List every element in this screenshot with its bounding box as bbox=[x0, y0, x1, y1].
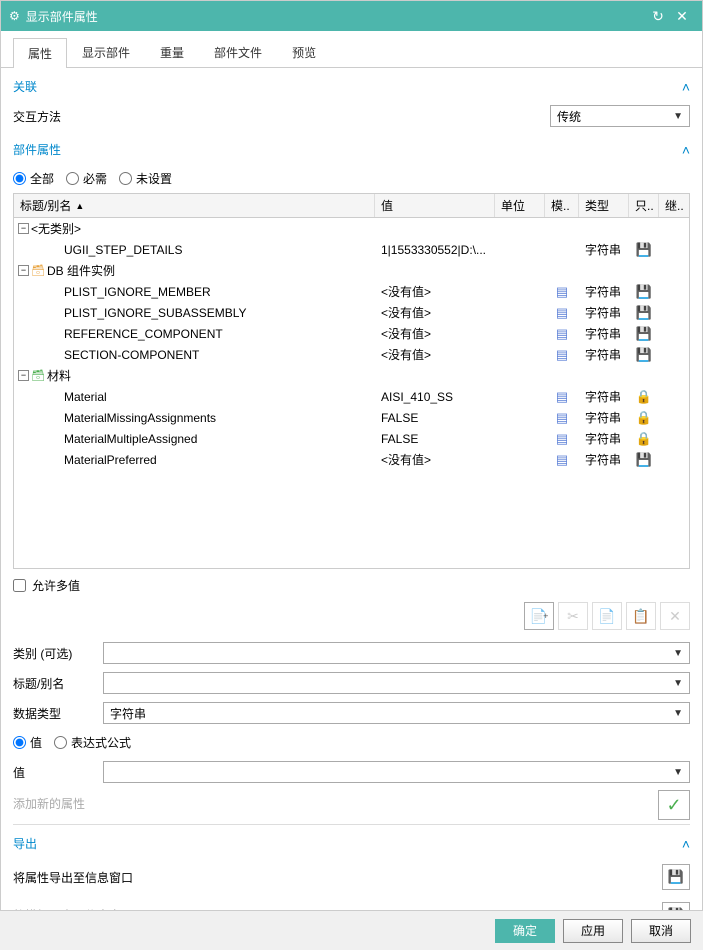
chevron-up-icon: ˄ bbox=[682, 142, 690, 158]
template-icon: ▤ bbox=[556, 305, 568, 320]
db-icon: 🗃 bbox=[31, 264, 45, 277]
col-inherit[interactable]: 继.. bbox=[659, 194, 689, 217]
table-row[interactable]: MaterialMissingAssignments FALSE ▤ 字符串 🔒 bbox=[14, 407, 689, 428]
table-row[interactable]: MaterialPreferred <没有值> ▤ 字符串 💾 bbox=[14, 449, 689, 470]
add-hint: 添加新的属性 bbox=[13, 787, 690, 820]
reset-button[interactable]: ↻ bbox=[646, 4, 670, 28]
col-title[interactable]: 标题/别名▲ bbox=[14, 194, 375, 217]
radio-unset[interactable]: 未设置 bbox=[119, 170, 172, 187]
collapse-icon[interactable]: − bbox=[18, 265, 29, 276]
window-title: 显示部件属性 bbox=[26, 8, 646, 25]
cut-button[interactable]: ✂ bbox=[558, 602, 588, 630]
lock-icon: 🔒 bbox=[636, 389, 652, 404]
tab-part-file[interactable]: 部件文件 bbox=[199, 37, 277, 67]
group-material[interactable]: − 🗃 材料 bbox=[14, 365, 689, 386]
radio-value[interactable]: 值 bbox=[13, 734, 42, 751]
template-icon: ▤ bbox=[556, 389, 568, 404]
add-button[interactable]: 📄+ bbox=[524, 602, 554, 630]
template-icon: ▤ bbox=[556, 410, 568, 425]
table-row[interactable]: PLIST_IGNORE_SUBASSEMBLY <没有值> ▤ 字符串 💾 bbox=[14, 302, 689, 323]
category-label: 类别 (可选) bbox=[13, 645, 103, 662]
title-label: 标题/别名 bbox=[13, 675, 103, 692]
lock-icon: 🔒 bbox=[636, 410, 652, 425]
collapse-icon[interactable]: − bbox=[18, 223, 29, 234]
title-dropdown[interactable]: ▼ bbox=[103, 672, 690, 694]
col-value[interactable]: 值 bbox=[375, 194, 495, 217]
radio-required[interactable]: 必需 bbox=[66, 170, 107, 187]
ok-button[interactable]: 确定 bbox=[495, 919, 555, 943]
template-icon: ▤ bbox=[556, 284, 568, 299]
export-info-label: 将属性导出至信息窗口 bbox=[13, 869, 662, 886]
paste-button[interactable]: 📋 bbox=[626, 602, 656, 630]
template-icon: ▤ bbox=[556, 326, 568, 341]
template-icon: ▤ bbox=[556, 452, 568, 467]
group-uncategorized[interactable]: − <无类别> bbox=[14, 218, 689, 239]
col-unit[interactable]: 单位 bbox=[495, 194, 545, 217]
attributes-table: 标题/别名▲ 值 单位 模.. 类型 只.. 继.. − <无类别> UGII_… bbox=[13, 193, 690, 569]
col-type[interactable]: 类型 bbox=[579, 194, 629, 217]
radio-all[interactable]: 全部 bbox=[13, 170, 54, 187]
confirm-add-button[interactable]: ✓ bbox=[658, 790, 690, 820]
table-row[interactable]: UGII_STEP_DETAILS 1|1553330552|D:\... 字符… bbox=[14, 239, 689, 260]
lock-icon: 🔒 bbox=[636, 431, 652, 446]
tab-attributes[interactable]: 属性 bbox=[13, 38, 67, 68]
filter-radios: 全部 必需 未设置 bbox=[13, 164, 690, 193]
col-template[interactable]: 模.. bbox=[545, 194, 579, 217]
chevron-down-icon: ▼ bbox=[673, 648, 683, 659]
allow-multi-checkbox[interactable]: 允许多值 bbox=[13, 577, 690, 594]
material-icon: 🗃 bbox=[31, 369, 45, 382]
save-icon: 💾 bbox=[636, 452, 652, 467]
interaction-method-dropdown[interactable]: 传统 ▼ bbox=[550, 105, 690, 127]
chevron-down-icon: ▼ bbox=[673, 767, 683, 778]
titlebar: ⚙ 显示部件属性 ↻ ✕ bbox=[1, 1, 702, 31]
save-icon: 💾 bbox=[636, 242, 652, 257]
table-row[interactable]: MaterialMultipleAssigned FALSE ▤ 字符串 🔒 bbox=[14, 428, 689, 449]
tab-weight[interactable]: 重量 bbox=[145, 37, 199, 67]
save-icon: 💾 bbox=[636, 284, 652, 299]
value-dropdown[interactable]: ▼ bbox=[103, 761, 690, 783]
table-row[interactable]: Material AISI_410_SS ▤ 字符串 🔒 bbox=[14, 386, 689, 407]
table-body: − <无类别> UGII_STEP_DETAILS 1|1553330552|D… bbox=[14, 218, 689, 568]
template-icon: ▤ bbox=[556, 431, 568, 446]
chevron-up-icon: ˄ bbox=[682, 836, 690, 852]
category-dropdown[interactable]: ▼ bbox=[103, 642, 690, 664]
copy-button[interactable]: 📄 bbox=[592, 602, 622, 630]
value-label: 值 bbox=[13, 764, 103, 781]
close-button[interactable]: ✕ bbox=[670, 4, 694, 28]
dialog-footer: 确定 应用 取消 bbox=[0, 910, 703, 950]
datatype-label: 数据类型 bbox=[13, 705, 103, 722]
section-part-attributes[interactable]: 部件属性 ˄ bbox=[13, 135, 690, 164]
cancel-button[interactable]: 取消 bbox=[631, 919, 691, 943]
section-association[interactable]: 关联 ˄ bbox=[13, 72, 690, 101]
gear-icon: ⚙ bbox=[9, 9, 20, 23]
sort-asc-icon: ▲ bbox=[75, 201, 84, 211]
datatype-dropdown[interactable]: 字符串▼ bbox=[103, 702, 690, 724]
radio-expression[interactable]: 表达式公式 bbox=[54, 734, 131, 751]
table-row[interactable]: REFERENCE_COMPONENT <没有值> ▤ 字符串 💾 bbox=[14, 323, 689, 344]
chevron-down-icon: ▼ bbox=[673, 708, 683, 719]
section-export[interactable]: 导出 ˄ bbox=[13, 829, 690, 858]
tab-bar: 属性 显示部件 重量 部件文件 预览 bbox=[1, 31, 702, 68]
col-readonly[interactable]: 只.. bbox=[629, 194, 659, 217]
chevron-down-icon: ▼ bbox=[673, 111, 683, 122]
chevron-down-icon: ▼ bbox=[673, 678, 683, 689]
interaction-method-label: 交互方法 bbox=[13, 108, 133, 125]
save-icon: 💾 bbox=[636, 347, 652, 362]
tab-preview[interactable]: 预览 bbox=[277, 37, 331, 67]
collapse-icon[interactable]: − bbox=[18, 370, 29, 381]
save-icon: 💾 bbox=[636, 326, 652, 341]
table-row[interactable]: SECTION-COMPONENT <没有值> ▤ 字符串 💾 bbox=[14, 344, 689, 365]
chevron-up-icon: ˄ bbox=[682, 79, 690, 95]
table-header: 标题/别名▲ 值 单位 模.. 类型 只.. 继.. bbox=[14, 194, 689, 218]
tab-display-part[interactable]: 显示部件 bbox=[67, 37, 145, 67]
table-row[interactable]: PLIST_IGNORE_MEMBER <没有值> ▤ 字符串 💾 bbox=[14, 281, 689, 302]
delete-button[interactable]: ✕ bbox=[660, 602, 690, 630]
save-icon: 💾 bbox=[636, 305, 652, 320]
attr-toolbar: 📄+ ✂ 📄 📋 ✕ bbox=[13, 602, 690, 638]
group-db-instance[interactable]: − 🗃 DB 组件实例 bbox=[14, 260, 689, 281]
template-icon: ▤ bbox=[556, 347, 568, 362]
apply-button[interactable]: 应用 bbox=[563, 919, 623, 943]
export-info-button[interactable]: 💾 bbox=[662, 864, 690, 890]
